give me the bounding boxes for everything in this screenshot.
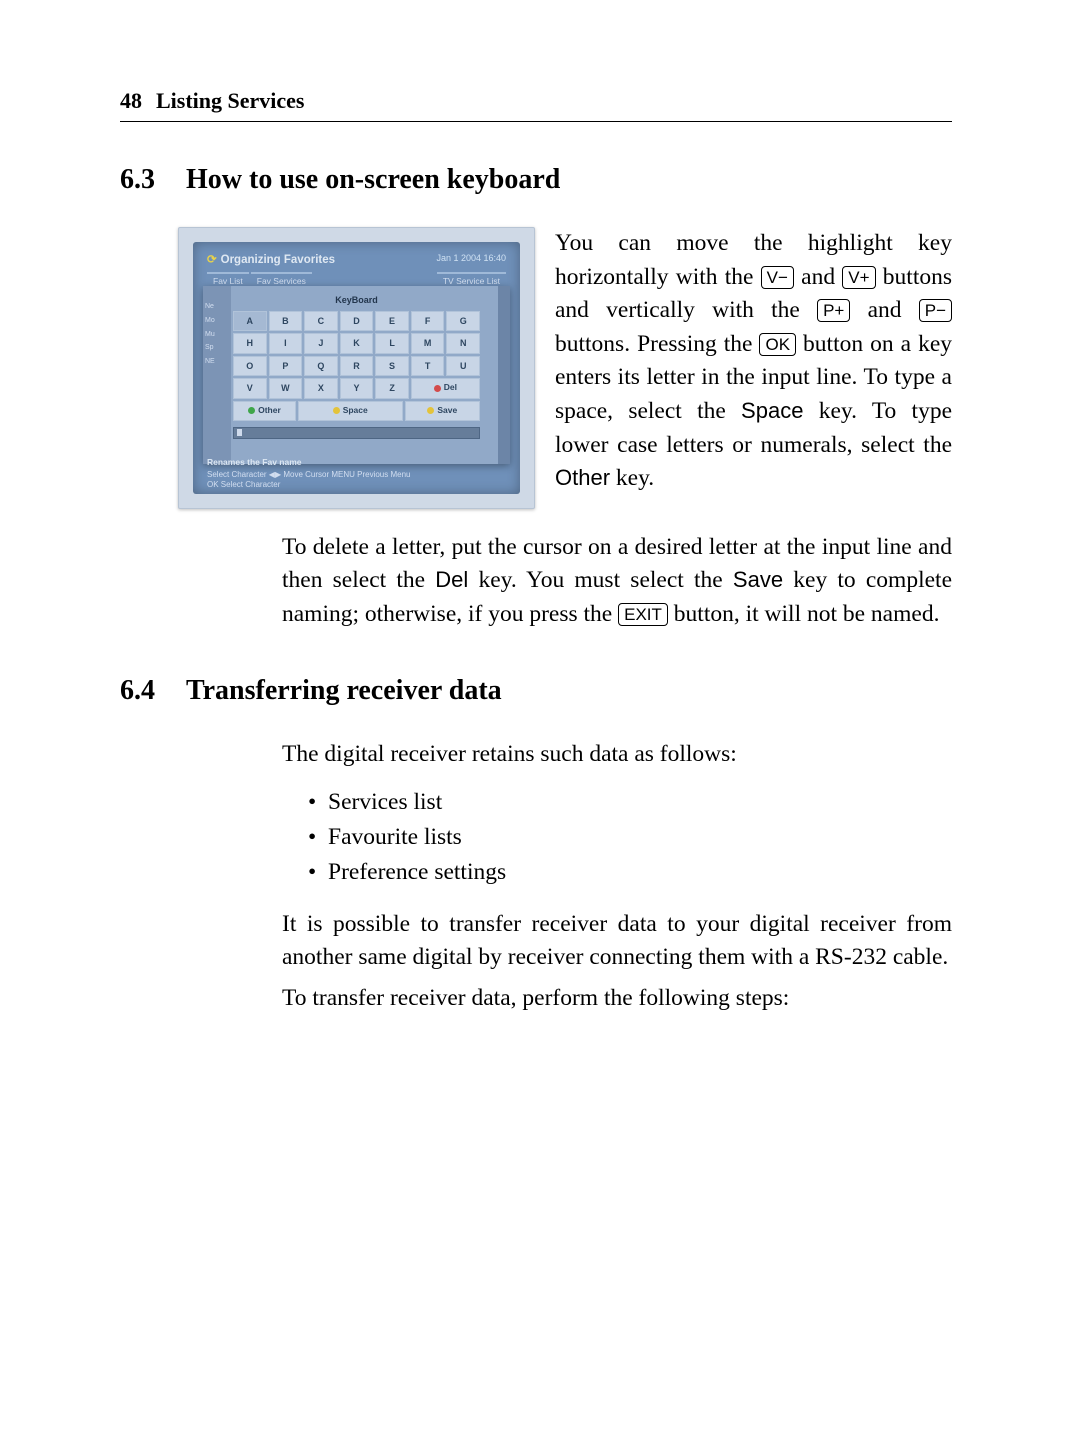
key-V: V	[233, 378, 267, 399]
key-del: Del	[411, 378, 480, 399]
dialog-footer: Renames the Fav name Select Character ◀▶…	[207, 457, 410, 490]
section-number: 6.4	[120, 671, 164, 710]
keyboard-grid: A B C D E F G H I J K L M N O	[233, 311, 480, 399]
page-number: 48	[120, 86, 142, 117]
key-O: O	[233, 356, 267, 377]
dialog-datetime: Jan 1 2004 16:40	[436, 252, 506, 265]
footer-help-line: Select Character ◀▶ Move Cursor MENU Pre…	[207, 470, 410, 480]
sidebar-item: Mu	[203, 328, 231, 342]
keycap-exit: EXIT	[618, 603, 668, 626]
key-D: D	[340, 311, 374, 332]
keycap-p-plus: P+	[817, 299, 850, 322]
section-heading-6-3: 6.3 How to use on-screen keyboard	[120, 160, 952, 199]
sidebar-list: Ne Mo Mu Sp NE	[203, 286, 231, 464]
key-R: R	[340, 356, 374, 377]
list-item: Preference settings	[328, 856, 952, 889]
dialog-title: Organizing Favorites	[207, 252, 335, 268]
label-space: Space	[741, 398, 803, 423]
label-del: Del	[435, 567, 468, 592]
section-64-bullet-list: Services list Favourite lists Preference…	[282, 786, 952, 890]
keyboard-title: KeyBoard	[233, 294, 480, 307]
key-space: Space	[298, 401, 403, 421]
section-number: 6.3	[120, 160, 164, 199]
key-A: A	[233, 311, 267, 332]
section-63-paragraph-2: To delete a letter, put the cursor on a …	[282, 531, 952, 631]
key-Z: Z	[375, 378, 409, 399]
key-S: S	[375, 356, 409, 377]
sidebar-item: Ne	[203, 300, 231, 314]
key-N: N	[446, 333, 480, 354]
key-U: U	[446, 356, 480, 377]
key-J: J	[304, 333, 338, 354]
footer-title: Renames the Fav name	[207, 457, 410, 468]
section-64-paragraph-2: It is possible to transfer receiver data…	[282, 908, 952, 975]
key-Y: Y	[340, 378, 374, 399]
section-63-paragraph-1: You can move the highlight key horizonta…	[555, 227, 952, 496]
key-other: Other	[233, 401, 296, 421]
running-header: 48 Listing Services	[120, 86, 952, 122]
key-W: W	[269, 378, 303, 399]
keycap-p-minus: P−	[919, 299, 952, 322]
key-P: P	[269, 356, 303, 377]
label-save: Save	[733, 567, 783, 592]
key-I: I	[269, 333, 303, 354]
chapter-title: Listing Services	[156, 86, 305, 117]
section-title: How to use on-screen keyboard	[186, 160, 560, 199]
keycap-v-plus: V+	[842, 266, 875, 289]
key-H: H	[233, 333, 267, 354]
sidebar-item: Sp	[203, 341, 231, 355]
key-L: L	[375, 333, 409, 354]
keyboard-input-line	[233, 427, 480, 439]
key-Q: Q	[304, 356, 338, 377]
keycap-ok: OK	[759, 333, 796, 356]
key-X: X	[304, 378, 338, 399]
list-item: Favourite lists	[328, 821, 952, 854]
key-save: Save	[405, 401, 480, 421]
key-T: T	[411, 356, 445, 377]
keycap-v-minus: V−	[761, 266, 794, 289]
label-other: Other	[555, 465, 610, 490]
section-heading-6-4: 6.4 Transferring receiver data	[120, 671, 952, 710]
key-B: B	[269, 311, 303, 332]
key-M: M	[411, 333, 445, 354]
footer-help-line: OK Select Character	[207, 480, 410, 490]
key-F: F	[411, 311, 445, 332]
section-64-intro: The digital receiver retains such data a…	[282, 738, 952, 771]
key-G: G	[446, 311, 480, 332]
onscreen-keyboard-screenshot: Organizing Favorites Jan 1 2004 16:40 Fa…	[178, 227, 535, 509]
section-title: Transferring receiver data	[186, 671, 502, 710]
section-64-paragraph-3: To transfer receiver data, perform the f…	[282, 982, 952, 1015]
sidebar-item: NE	[203, 355, 231, 369]
sidebar-item: Mo	[203, 314, 231, 328]
key-E: E	[375, 311, 409, 332]
key-C: C	[304, 311, 338, 332]
key-K: K	[340, 333, 374, 354]
list-item: Services list	[328, 786, 952, 819]
